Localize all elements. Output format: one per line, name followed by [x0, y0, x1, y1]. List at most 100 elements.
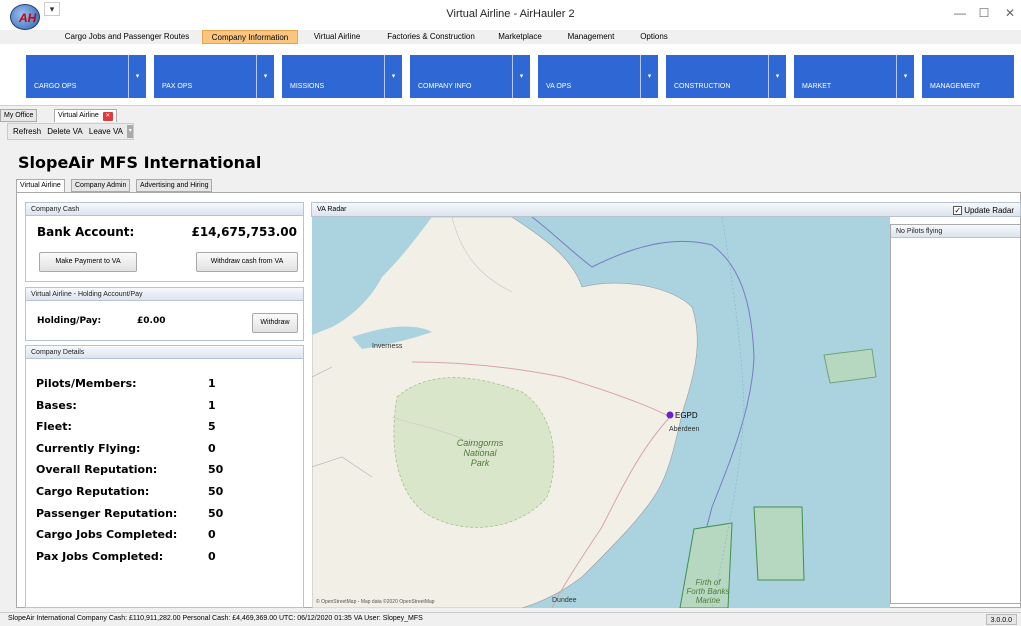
- delete-va-button[interactable]: Delete VA: [45, 124, 84, 139]
- update-radar-checkbox[interactable]: ✓ Update Radar: [953, 204, 1014, 217]
- stat-value: 1: [208, 377, 216, 390]
- checkmark-icon: ✓: [953, 206, 963, 216]
- chevron-down-icon[interactable]: ▾: [896, 55, 914, 98]
- stat-label: Cargo Jobs Completed:: [36, 528, 178, 541]
- chevron-down-icon[interactable]: ▾: [128, 55, 146, 98]
- close-window-icon[interactable]: ✕: [990, 6, 1021, 20]
- tab-virtual-airline-detail[interactable]: Virtual Airline: [16, 179, 65, 192]
- stat-label: Fleet:: [36, 420, 72, 433]
- menu-bar: Cargo Jobs and Passenger Routes Company …: [0, 30, 1021, 44]
- ribbon-market[interactable]: MARKET ▾: [794, 55, 914, 98]
- withdraw-button[interactable]: Withdraw: [252, 313, 298, 333]
- stat-row: Cargo Reputation: 50: [36, 485, 236, 499]
- chevron-down-icon[interactable]: ▾: [127, 125, 134, 139]
- firth-line: Forth Banks: [686, 587, 730, 596]
- va-toolbar: Refresh Delete VA Leave VA ▾: [7, 123, 135, 140]
- park-line: National: [463, 448, 497, 458]
- refresh-button[interactable]: Refresh: [11, 124, 43, 139]
- stat-value: 0: [208, 442, 216, 455]
- stat-row: Bases: 1: [36, 399, 236, 413]
- radar-map[interactable]: Inverness EGPD Aberdeen Cairngorms Natio…: [312, 217, 890, 608]
- ribbon-label: MISSIONS: [290, 83, 325, 90]
- menu-factories-construction[interactable]: Factories & Construction: [376, 30, 486, 44]
- pilots-flying-panel: No Pilots flying: [890, 224, 1021, 604]
- stat-label: Cargo Reputation:: [36, 485, 150, 498]
- tab-my-office[interactable]: My Office: [0, 109, 38, 122]
- map-label-inverness: Inverness: [372, 343, 403, 350]
- bank-account-value: £14,675,753.00: [191, 225, 297, 239]
- stat-value: 0: [208, 528, 216, 541]
- page-title: SlopeAir MFS International: [18, 153, 262, 172]
- stat-row: Pax Jobs Completed: 0: [36, 550, 236, 564]
- map-label-firth: Firth of Forth Banks Marine: [678, 578, 738, 605]
- holding-account-panel: Virtual Airline - Holding Account/Pay Ho…: [25, 287, 304, 341]
- map-label-egpd: EGPD: [675, 411, 698, 420]
- ribbon-label: MARKET: [802, 83, 832, 90]
- stat-label: Passenger Reputation:: [36, 507, 178, 520]
- close-tab-icon[interactable]: ✕: [102, 112, 113, 121]
- park-line: Park: [470, 458, 490, 468]
- ribbon-missions[interactable]: MISSIONS ▾: [282, 55, 402, 98]
- chevron-down-icon[interactable]: ▾: [384, 55, 402, 98]
- radar-header: VA Radar ✓ Update Radar: [311, 202, 1021, 217]
- tab-virtual-airline[interactable]: Virtual Airline ✕: [54, 109, 117, 122]
- bank-account-label: Bank Account:: [37, 225, 135, 239]
- map-label-aberdeen: Aberdeen: [669, 426, 700, 433]
- map-attribution: © OpenStreetMap - Map data ©2020 OpenStr…: [316, 599, 435, 605]
- menu-management[interactable]: Management: [558, 30, 624, 44]
- chevron-down-icon[interactable]: ▾: [640, 55, 658, 98]
- ribbon-label: CONSTRUCTION: [674, 83, 731, 90]
- stat-row: Pilots/Members: 1: [36, 377, 236, 391]
- ribbon-label: MANAGEMENT: [930, 83, 981, 90]
- withdraw-cash-button[interactable]: Withdraw cash from VA: [196, 252, 298, 272]
- tab-advertising-hiring[interactable]: Advertising and Hiring: [136, 179, 213, 192]
- leave-va-button[interactable]: Leave VA: [87, 124, 125, 139]
- ribbon-construction[interactable]: CONSTRUCTION ▾: [666, 55, 786, 98]
- map-label-dundee: Dundee: [552, 597, 577, 604]
- park-line: Cairngorms: [456, 438, 504, 448]
- tab-company-admin[interactable]: Company Admin: [71, 179, 131, 192]
- chevron-down-icon[interactable]: ▾: [256, 55, 274, 98]
- map-label-park: Cairngorms National Park: [450, 438, 510, 468]
- stat-value: 1: [208, 399, 216, 412]
- stat-value: 0: [208, 550, 216, 563]
- radar-title: VA Radar: [317, 206, 347, 213]
- ribbon-cargo-ops[interactable]: CARGO OPS ▾: [26, 55, 146, 98]
- menu-company-information[interactable]: Company Information: [202, 30, 298, 44]
- ribbon-company-info[interactable]: COMPANY INFO ▾: [410, 55, 530, 98]
- stat-value: 5: [208, 420, 216, 433]
- menu-marketplace[interactable]: Marketplace: [490, 30, 550, 44]
- stat-row: Passenger Reputation: 50: [36, 507, 236, 521]
- menu-virtual-airline[interactable]: Virtual Airline: [305, 30, 369, 44]
- ribbon-va-ops[interactable]: VA OPS ▾: [538, 55, 658, 98]
- make-payment-button[interactable]: Make Payment to VA: [39, 252, 137, 272]
- ribbon-label: CARGO OPS: [34, 83, 77, 90]
- firth-line: Firth of: [695, 578, 721, 587]
- stat-row: Cargo Jobs Completed: 0: [36, 528, 236, 542]
- stat-label: Pilots/Members:: [36, 377, 137, 390]
- stat-label: Currently Flying:: [36, 442, 141, 455]
- stat-label: Pax Jobs Completed:: [36, 550, 164, 563]
- stat-value: 50: [208, 485, 224, 498]
- chevron-down-icon[interactable]: ▾: [768, 55, 786, 98]
- menu-cargo-jobs[interactable]: Cargo Jobs and Passenger Routes: [52, 30, 202, 44]
- company-details-panel: Company Details Pilots/Members: 1 Bases: 1…: [25, 345, 304, 608]
- tab-label: Virtual Airline: [58, 112, 99, 119]
- ribbon: CARGO OPS ▾ PAX OPS ▾ MISSIONS ▾ COMPANY IN…: [0, 44, 1021, 106]
- chevron-down-icon[interactable]: ▾: [512, 55, 530, 98]
- ribbon-management[interactable]: MANAGEMENT: [922, 55, 1014, 98]
- update-radar-label: Update Radar: [964, 206, 1014, 215]
- stat-label: Overall Reputation:: [36, 463, 158, 476]
- holding-pay-label: Holding/Pay:: [37, 316, 102, 326]
- menu-options[interactable]: Options: [632, 30, 676, 44]
- status-bar: SlopeAir International Company Cash: £11…: [0, 612, 1021, 625]
- document-tabs: My Office Virtual Airline ✕: [0, 108, 1021, 122]
- stat-row: Currently Flying: 0: [36, 442, 236, 456]
- status-text: SlopeAir International Company Cash: £11…: [8, 615, 423, 622]
- stat-row: Overall Reputation: 50: [36, 463, 236, 477]
- stat-row: Fleet: 5: [36, 420, 236, 434]
- version-badge: 3.0.0.0: [985, 614, 1017, 625]
- ribbon-pax-ops[interactable]: PAX OPS ▾: [154, 55, 274, 98]
- ribbon-label: PAX OPS: [162, 83, 193, 90]
- stat-value: 50: [208, 463, 224, 476]
